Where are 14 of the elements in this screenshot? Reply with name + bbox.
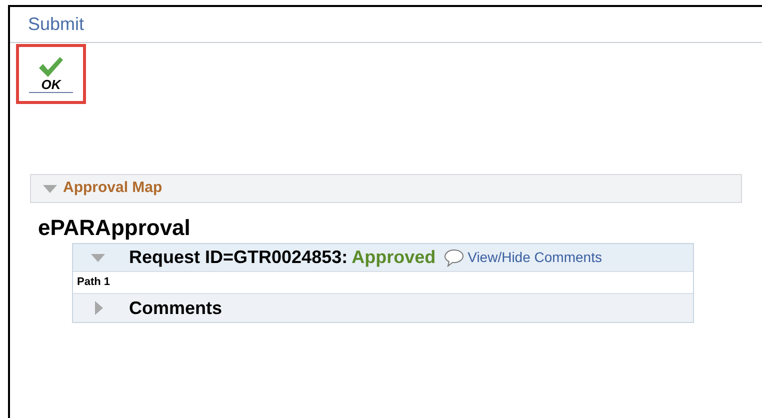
path-label: Path 1 xyxy=(77,275,110,290)
ok-button[interactable]: OK xyxy=(16,44,86,104)
checkmark-icon xyxy=(38,56,64,78)
comments-header: Comments xyxy=(73,294,693,322)
request-id: Request ID=GTR0024853: xyxy=(129,246,348,269)
expand-triangle-icon[interactable] xyxy=(95,301,103,315)
status-label: Approved xyxy=(352,246,436,269)
map-name: ePARApproval xyxy=(38,215,190,240)
collapse-triangle-icon[interactable] xyxy=(91,254,105,262)
view-hide-comments-link[interactable]: View/Hide Comments xyxy=(468,247,602,268)
section-header[interactable]: Approval Map xyxy=(30,174,742,203)
page-title: Submit xyxy=(28,14,84,34)
collapse-triangle-icon[interactable] xyxy=(43,184,57,192)
speech-bubble-icon xyxy=(444,248,464,266)
